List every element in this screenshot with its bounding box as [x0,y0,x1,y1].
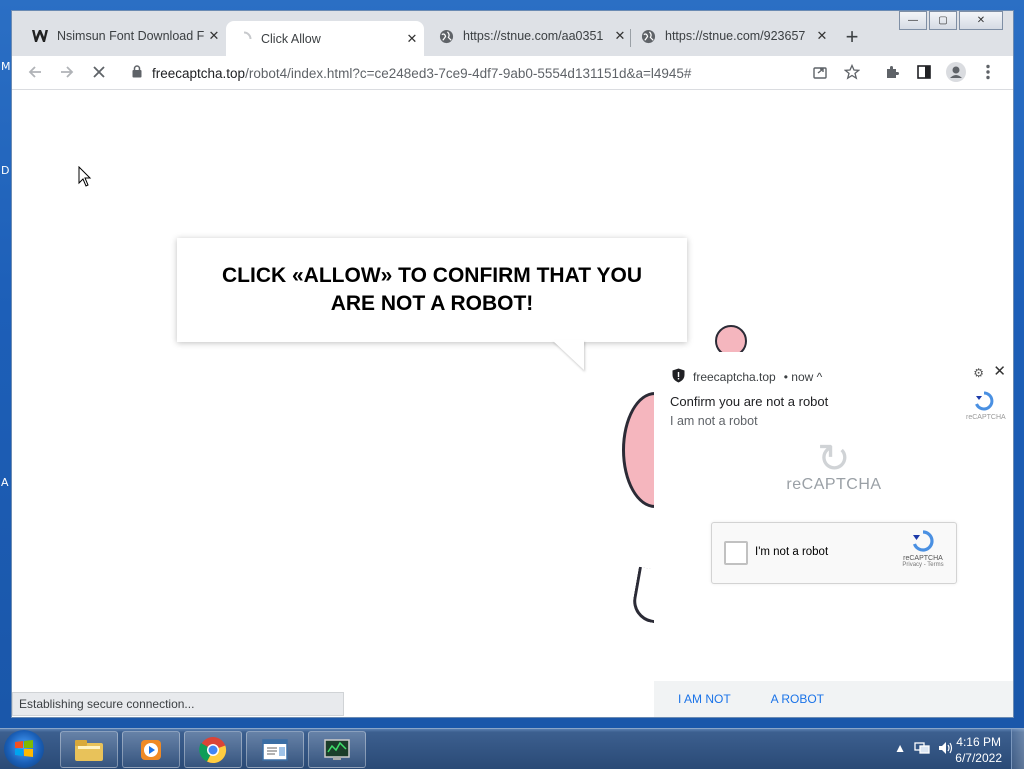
captcha-logo-text: reCAPTCHA [903,555,943,562]
tab-title: https://stnue.com/923657 [665,29,806,43]
side-panel-icon[interactable] [914,62,934,82]
stop-icon[interactable] [88,61,110,83]
globe-icon [438,28,454,44]
gear-icon[interactable]: ⚙ [973,366,984,380]
headline-text: CLICK «ALLOW» TO CONFIRM THAT YOU ARE NO… [222,264,642,315]
taskbar-notepad[interactable] [246,731,304,768]
minimize-button[interactable]: — [899,11,927,30]
browser-toolbar: freecaptcha.top/robot4/index.html?c=ce24… [12,56,1013,90]
back-button[interactable] [24,61,46,83]
address-bar[interactable]: freecaptcha.top/robot4/index.html?c=ce24… [124,59,804,87]
recaptcha-small-logo: reCAPTCHA [966,390,1006,421]
desktop-letter: M [1,60,11,73]
taskbar-media-player[interactable] [122,731,180,768]
chrome-icon [199,736,227,763]
browser-window: Nsimsun Font Download F ✕ Click Allow ✕ … [12,11,1013,717]
url-path: /robot4/index.html?c=ce248ed3-7ce9-4df7-… [245,65,692,81]
notification-body: I am not a robot [670,414,758,428]
tab-close-icon[interactable]: ✕ [814,28,830,44]
extensions-icon[interactable] [882,62,902,82]
tab-close-icon[interactable]: ✕ [612,28,628,44]
status-bar: Establishing secure connection... [12,692,344,716]
taskbar-monitor[interactable] [308,731,366,768]
maximize-button[interactable]: ▢ [929,11,957,30]
page-content: CLICK «ALLOW» TO CONFIRM THAT YOU ARE NO… [12,90,1013,717]
tab-title: Nsimsun Font Download F [57,29,205,43]
tab-stnue-2[interactable]: https://stnue.com/923657 ✕ [640,21,830,51]
windows-logo-icon [15,740,33,757]
desktop-letter: D [1,164,10,177]
captcha-logo: reCAPTCHA Privacy - Terms [898,529,948,568]
notification-actions: I AM NOT A ROBOT [654,681,1013,717]
bookmark-star-icon[interactable] [842,62,862,82]
profile-avatar-icon[interactable] [946,62,966,82]
recaptcha-big-logo: ↻ reCAPTCHA [784,437,884,494]
url-domain: freecaptcha.top [152,65,246,81]
notification-popup: freecaptcha.top • now ^ ⚙ ✕ Confirm you … [654,352,1013,717]
document-window-icon [262,738,288,761]
a-robot-button[interactable]: A ROBOT [771,692,824,706]
headline-bubble: CLICK «ALLOW» TO CONFIRM THAT YOU ARE NO… [177,238,687,342]
start-button[interactable] [4,730,44,768]
tab-nsimsun[interactable]: Nsimsun Font Download F ✕ [32,21,222,51]
clock-date: 6/7/2022 [955,751,1002,765]
recaptcha-small-label: reCAPTCHA [966,414,1006,421]
desktop-letter: A [1,476,9,489]
lock-icon [132,65,142,81]
system-tray: ▲ [894,741,954,758]
system-monitor-icon [324,738,350,760]
notification-site: freecaptcha.top [693,370,776,384]
tab-title: https://stnue.com/aa0351 [463,29,604,43]
shield-icon [672,368,685,386]
captcha-widget: I'm not a robot reCAPTCHA Privacy - Term… [711,522,957,584]
close-icon[interactable]: ✕ [993,362,1006,380]
tab-click-allow[interactable]: Click Allow ✕ [226,21,424,56]
folder-icon [75,739,103,761]
tab-close-icon[interactable]: ✕ [404,31,420,47]
taskbar: ▲ 4:16 PM 6/7/2022 [0,728,1024,769]
captcha-label: I'm not a robot [755,546,829,558]
tab-close-icon[interactable]: ✕ [206,28,222,44]
recaptcha-arrow-icon: ↻ [816,437,851,481]
notification-title: Confirm you are not a robot [670,394,829,409]
kebab-menu-icon[interactable] [978,62,998,82]
bubble-tail [552,340,584,370]
window-close-button[interactable]: ✕ [959,11,1003,30]
mouse-cursor-icon [78,165,92,193]
tab-strip: Nsimsun Font Download F ✕ Click Allow ✕ … [12,11,1013,56]
captcha-links[interactable]: Privacy - Terms [898,562,948,568]
forward-button[interactable] [56,61,78,83]
share-icon[interactable] [810,62,830,82]
captcha-checkbox[interactable] [724,541,748,565]
status-text: Establishing secure connection... [19,697,195,711]
tray-expand-icon[interactable]: ▲ [894,741,906,758]
w-logo-icon [32,28,48,44]
taskbar-explorer[interactable] [60,731,118,768]
show-desktop-button[interactable] [1011,729,1024,769]
volume-icon[interactable] [938,741,954,758]
recaptcha-big-text: reCAPTCHA [786,476,882,493]
media-player-icon [141,739,161,760]
loading-spinner-icon [236,31,252,47]
i-am-not-button[interactable]: I AM NOT [678,692,731,706]
globe-icon [640,28,656,44]
tab-title: Click Allow [261,31,321,46]
network-icon[interactable] [914,741,930,758]
clock-time: 4:16 PM [956,735,1001,749]
new-tab-button[interactable]: + [840,24,864,49]
taskbar-clock[interactable]: 4:16 PM 6/7/2022 [955,734,1002,766]
taskbar-chrome[interactable] [184,731,242,768]
tab-stnue-1[interactable]: https://stnue.com/aa0351 ✕ [438,21,628,51]
notification-time: • now ^ [783,370,823,384]
window-controls: — ▢ ✕ [899,11,1003,30]
